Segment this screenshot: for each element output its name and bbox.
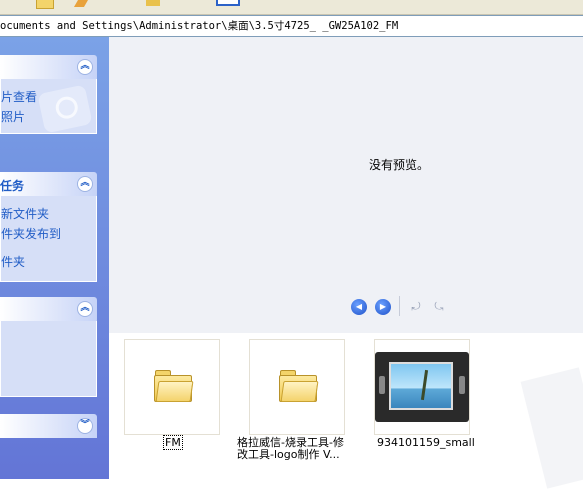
file-tasks-body: 新文件夹 件夹发布到 件夹 — [0, 196, 97, 282]
other-places-header[interactable]: ︽ — [0, 297, 97, 321]
thumbnail-folder-fm[interactable] — [124, 339, 220, 435]
photo-screen — [389, 362, 453, 410]
address-path[interactable]: ocuments and Settings\Administrator\桌面\3… — [0, 18, 398, 33]
palm-tree-shape — [420, 369, 429, 401]
thumbnail-label-line2[interactable]: 改工具-logo制作 V... — [237, 449, 340, 461]
edit-icon[interactable] — [73, 0, 89, 7]
folder-icon — [279, 370, 319, 402]
thumbnail-image[interactable] — [374, 339, 470, 435]
task-new-folder[interactable]: 新文件夹 — [1, 205, 49, 222]
photo-frame-image — [375, 352, 469, 422]
folder-icon — [154, 370, 194, 402]
lens-shape — [53, 94, 80, 121]
folders-icon[interactable] — [36, 0, 54, 9]
thumbnail-label[interactable]: FM — [163, 435, 183, 450]
task-publish-folder[interactable]: 件夹发布到 — [1, 225, 61, 242]
move-icon[interactable] — [146, 0, 160, 6]
no-preview-message: 没有预览。 — [369, 158, 430, 172]
thumbnail-view: FM 格拉威信-烧录工具-修 改工具-logo制作 V... 934101159… — [109, 333, 583, 489]
file-tasks-title: 任务 — [0, 179, 25, 193]
toolbar-separator — [399, 296, 400, 316]
background-decoration — [520, 367, 583, 489]
thumbnail-label[interactable]: 934101159_small — [377, 437, 475, 449]
previous-image-icon[interactable]: ◀ — [351, 299, 367, 315]
details-header[interactable]: ︾ — [0, 414, 97, 438]
views-icon[interactable] — [216, 0, 240, 6]
file-tasks-header[interactable]: 任务 ︽ — [0, 172, 97, 196]
task-pane: ︽ 片查看 照片 任务 ︽ 新文件夹 件夹发布到 件夹 ︽ ︾ — [0, 37, 109, 479]
picture-tasks-header[interactable]: ︽ — [0, 55, 97, 79]
task-view-slideshow[interactable]: 片查看 — [1, 88, 37, 105]
chevron-up-icon[interactable]: ︽ — [77, 301, 93, 317]
task-print-pictures[interactable]: 照片 — [1, 108, 25, 125]
preview-pane: 没有预览。 ◀ ▶ ⤾ ⤿ — [109, 37, 583, 333]
toolbar — [0, 0, 583, 15]
rotate-clockwise-icon[interactable]: ⤾ — [408, 301, 424, 313]
camera-icon — [37, 84, 93, 134]
chevron-up-icon[interactable]: ︽ — [77, 176, 93, 192]
rotate-counterclockwise-icon[interactable]: ⤿ — [431, 301, 447, 313]
picture-tasks-body: 片查看 照片 — [0, 79, 97, 134]
other-places-body — [0, 321, 97, 397]
chevron-down-icon[interactable]: ︾ — [77, 418, 93, 434]
task-share-folder[interactable]: 件夹 — [1, 253, 25, 270]
chevron-up-icon[interactable]: ︽ — [77, 59, 93, 75]
next-image-icon[interactable]: ▶ — [375, 299, 391, 315]
thumbnail-folder-tools[interactable] — [249, 339, 345, 435]
address-bar[interactable]: ocuments and Settings\Administrator\桌面\3… — [0, 15, 583, 37]
